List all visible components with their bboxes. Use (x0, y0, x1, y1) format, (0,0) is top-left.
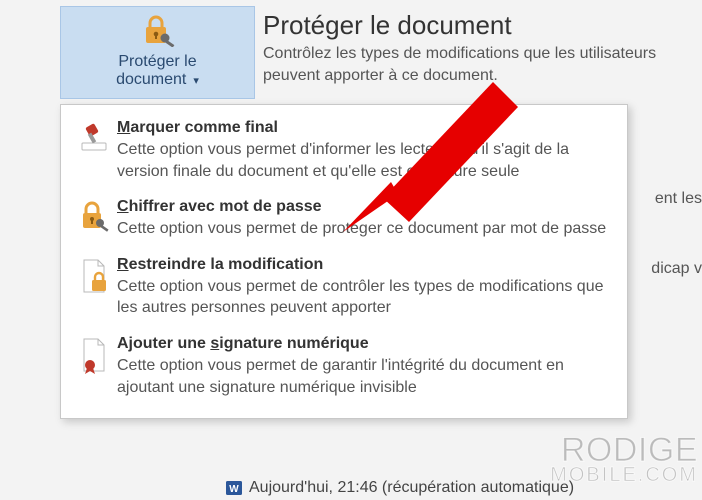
protect-button-label: Protéger le document ▾ (116, 53, 199, 90)
menu-item-restrict-editing[interactable]: Restreindre la modification Cette option… (69, 250, 617, 329)
menu-item-mark-final[interactable]: Marquer comme final Cette option vous pe… (69, 113, 617, 192)
menu-item-desc: Cette option vous permet de protéger ce … (117, 218, 613, 240)
document-lock-icon (73, 256, 117, 296)
menu-item-title: Chiffrer avec mot de passe (117, 198, 613, 216)
menu-item-encrypt-password[interactable]: Chiffrer avec mot de passe Cette option … (69, 192, 617, 250)
word-document-icon: W (225, 479, 243, 497)
protect-document-menu: Marquer comme final Cette option vous pe… (60, 104, 628, 419)
chevron-down-icon: ▾ (190, 75, 199, 87)
menu-item-desc: Cette option vous permet d'informer les … (117, 139, 613, 182)
menu-item-add-signature[interactable]: Ajouter une signature numérique Cette op… (69, 329, 617, 408)
lock-key-icon (138, 13, 178, 51)
watermark: RODIGE MOBILE.COM (550, 435, 698, 484)
menu-item-title: Marquer comme final (117, 119, 613, 137)
svg-text:W: W (229, 484, 239, 495)
document-ribbon-icon (73, 335, 117, 375)
menu-item-title: Ajouter une signature numérique (117, 335, 613, 353)
menu-item-desc: Cette option vous permet de contrôler le… (117, 276, 613, 319)
section-title: Protéger le document (263, 10, 702, 41)
recent-document-entry[interactable]: W Aujourd'hui, 21:46 (récupération autom… (225, 479, 574, 497)
section-subtitle: Contrôlez les types de modifications que… (263, 43, 702, 86)
menu-item-desc: Cette option vous permet de garantir l'i… (117, 355, 613, 398)
background-text: dicap v (651, 260, 702, 278)
lock-key-icon (73, 198, 117, 234)
stamp-icon (73, 119, 117, 155)
menu-item-title: Restreindre la modification (117, 256, 613, 274)
recent-document-label: Aujourd'hui, 21:46 (récupération automat… (249, 479, 574, 497)
protect-document-button[interactable]: Protéger le document ▾ (60, 6, 255, 99)
background-text: ent les (655, 190, 702, 208)
